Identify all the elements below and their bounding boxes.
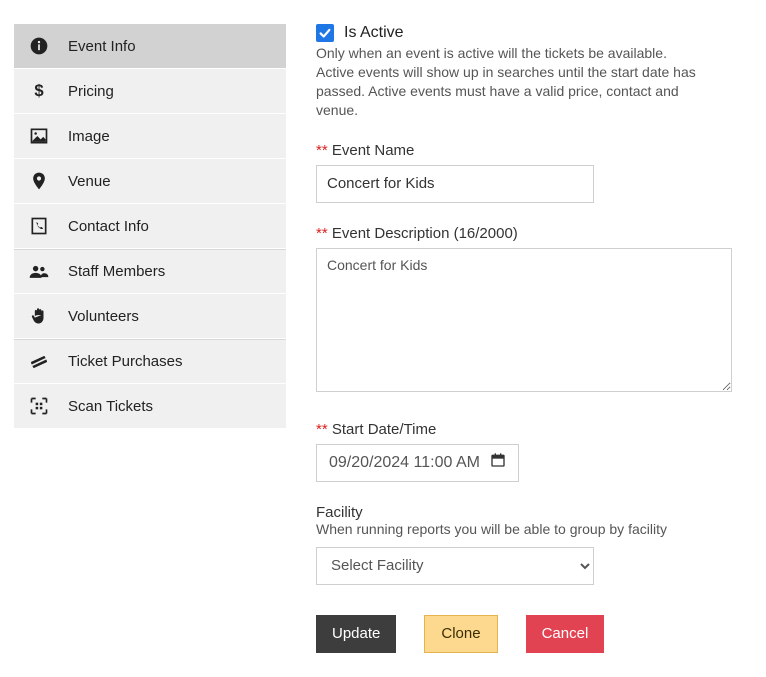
facility-select[interactable]: Select Facility: [316, 547, 594, 585]
event-description-textarea[interactable]: [316, 248, 732, 392]
dollar-icon: $: [28, 81, 50, 101]
sidebar-item-label: Scan Tickets: [68, 398, 153, 415]
sidebar-item-label: Contact Info: [68, 218, 149, 235]
sidebar: Event Info $ Pricing Image Venue Contact: [14, 24, 286, 653]
is-active-help: Only when an event is active will the ti…: [316, 44, 706, 120]
cancel-button[interactable]: Cancel: [526, 615, 605, 653]
sidebar-item-label: Image: [68, 128, 110, 145]
start-date-value: 09/20/2024 11:00 AM: [329, 454, 480, 472]
start-date-label: ** Start Date/Time: [316, 421, 752, 438]
facility-help: When running reports you will be able to…: [316, 521, 752, 537]
map-pin-icon: [28, 171, 50, 191]
sidebar-item-staff-members[interactable]: Staff Members: [14, 249, 286, 294]
required-marker: **: [316, 421, 328, 438]
required-marker: **: [316, 225, 328, 242]
sidebar-item-label: Ticket Purchases: [68, 353, 183, 370]
sidebar-item-scan-tickets[interactable]: Scan Tickets: [14, 384, 286, 429]
sidebar-item-pricing[interactable]: $ Pricing: [14, 69, 286, 114]
image-icon: [28, 126, 50, 146]
sidebar-item-label: Event Info: [68, 38, 136, 55]
svg-text:$: $: [34, 81, 44, 100]
required-marker: **: [316, 142, 328, 159]
sidebar-item-event-info[interactable]: Event Info: [14, 24, 286, 69]
hand-icon: [28, 306, 50, 326]
qr-code-icon: [28, 396, 50, 416]
sidebar-item-label: Pricing: [68, 83, 114, 100]
update-button[interactable]: Update: [316, 615, 396, 653]
phone-icon: [28, 216, 50, 236]
sidebar-item-image[interactable]: Image: [14, 114, 286, 159]
start-date-input[interactable]: 09/20/2024 11:00 AM: [316, 444, 519, 482]
is-active-label: Is Active: [344, 24, 404, 42]
facility-label: Facility: [316, 504, 752, 521]
event-name-label: ** Event Name: [316, 142, 752, 159]
tickets-icon: [28, 352, 50, 372]
event-name-input[interactable]: [316, 165, 594, 203]
is-active-checkbox[interactable]: [316, 24, 334, 42]
sidebar-item-venue[interactable]: Venue: [14, 159, 286, 204]
sidebar-item-volunteers[interactable]: Volunteers: [14, 294, 286, 339]
calendar-icon: [490, 452, 506, 473]
info-icon: [28, 36, 50, 56]
sidebar-item-label: Venue: [68, 173, 111, 190]
button-row: Update Clone Cancel: [316, 615, 752, 653]
sidebar-item-label: Volunteers: [68, 308, 139, 325]
sidebar-item-ticket-purchases[interactable]: Ticket Purchases: [14, 339, 286, 384]
clone-button[interactable]: Clone: [424, 615, 497, 653]
event-description-label: ** Event Description (16/2000): [316, 225, 752, 242]
form-panel: Is Active Only when an event is active w…: [316, 24, 752, 653]
users-icon: [28, 262, 50, 282]
sidebar-item-contact-info[interactable]: Contact Info: [14, 204, 286, 249]
sidebar-item-label: Staff Members: [68, 263, 165, 280]
